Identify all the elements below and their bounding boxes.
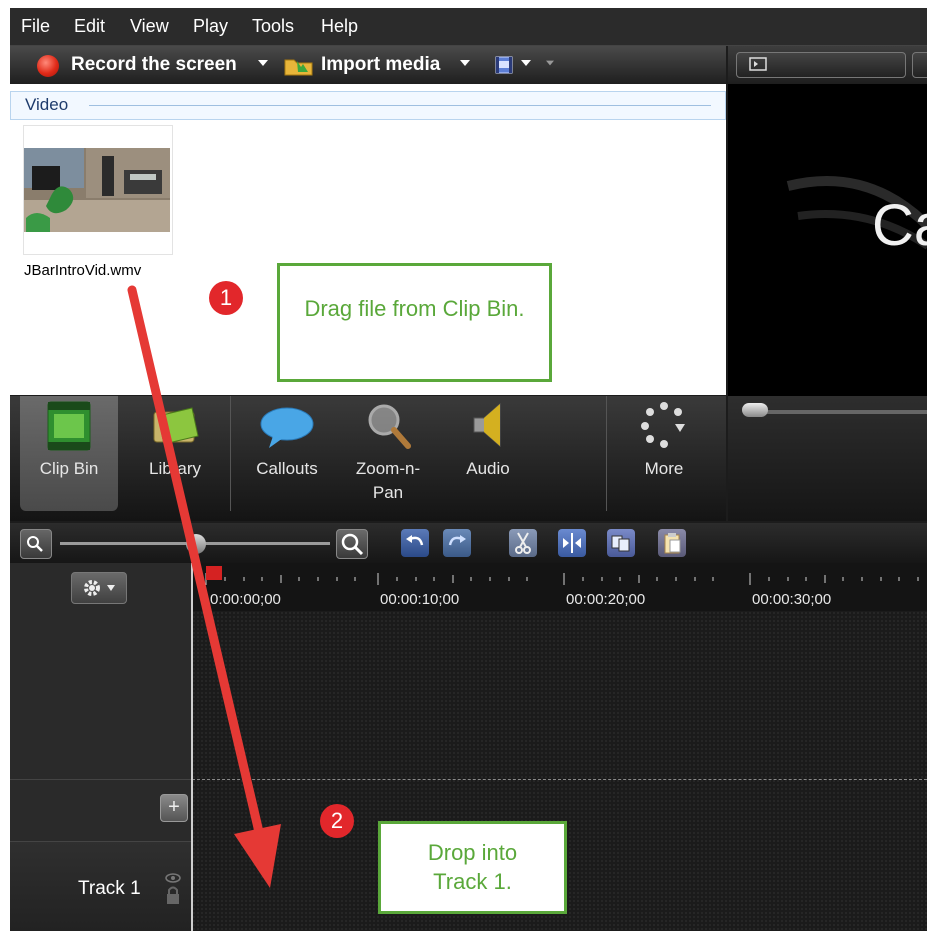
drag-arrow xyxy=(127,285,281,888)
